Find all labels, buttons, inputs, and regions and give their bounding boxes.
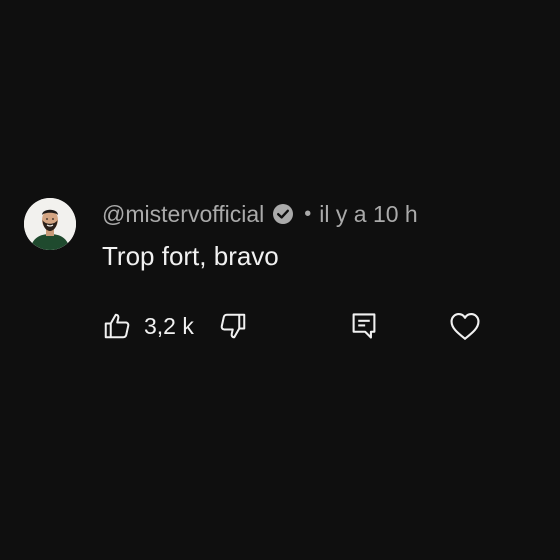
like-count: 3,2 k: [144, 312, 194, 339]
comment-text: Trop fort, bravo: [102, 241, 279, 271]
dislike-button[interactable]: [218, 308, 248, 344]
comment-item: @mistervofficial • il y a 10 h Trop fort…: [24, 198, 536, 348]
thumbs-up-icon: [102, 311, 132, 341]
comment-header: @mistervofficial • il y a 10 h: [102, 199, 418, 229]
separator-dot: •: [304, 202, 312, 225]
reply-comment-icon: [350, 311, 378, 341]
avatar[interactable]: [24, 198, 76, 250]
heart-button[interactable]: [448, 308, 482, 344]
thumbs-down-icon: [218, 311, 248, 341]
comment-actions: 3,2 k: [102, 308, 522, 344]
author-name[interactable]: @mistervofficial: [102, 201, 264, 228]
verified-check-icon: [272, 203, 294, 225]
heart-icon: [448, 310, 482, 342]
reply-button[interactable]: [350, 308, 378, 344]
timestamp: il y a 10 h: [319, 200, 418, 227]
like-button[interactable]: 3,2 k: [102, 308, 194, 344]
